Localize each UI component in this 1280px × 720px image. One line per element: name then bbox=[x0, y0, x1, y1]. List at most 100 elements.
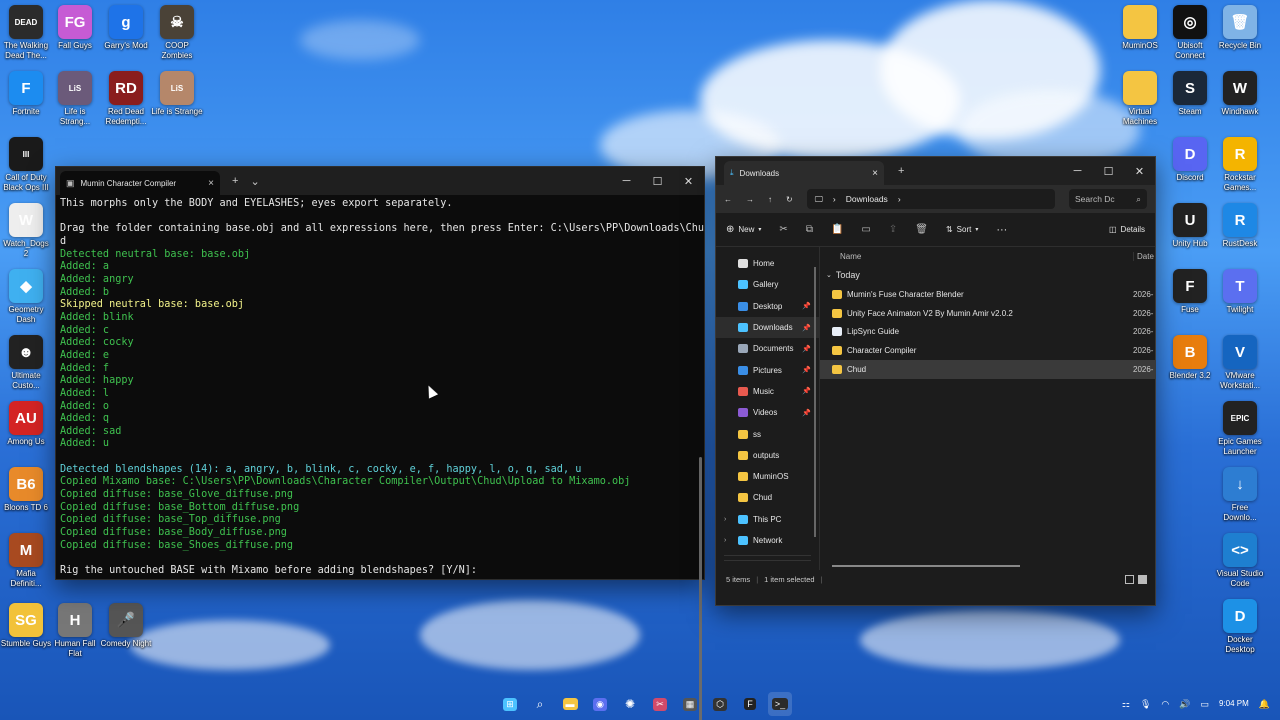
breadcrumb[interactable]: Downloads bbox=[846, 194, 888, 204]
column-name[interactable]: Name bbox=[840, 252, 861, 261]
paste-icon[interactable]: 📋 bbox=[831, 224, 843, 235]
left-desktop-icon[interactable]: H Human Fall Flat bbox=[49, 603, 101, 659]
group-header[interactable]: ⌄ Today bbox=[820, 265, 1155, 285]
wifi-icon[interactable]: ◠ bbox=[1161, 699, 1169, 710]
left-desktop-icon[interactable]: B6 Bloons TD 6 bbox=[0, 467, 52, 513]
terminal-window[interactable]: ▣ Mumin Character Compiler × + ⌄ ─ ☐ ✕ T… bbox=[55, 166, 705, 720]
left-desktop-icon[interactable]: M Mafia Definiti... bbox=[0, 533, 52, 589]
details-button[interactable]: ◫ Details bbox=[1109, 225, 1145, 234]
close-icon[interactable]: ✕ bbox=[673, 167, 704, 195]
terminal-output[interactable]: This morphs only the BODY and EYELASHES;… bbox=[56, 195, 704, 579]
chevron-right-icon[interactable]: › bbox=[724, 516, 726, 523]
chatgpt-icon[interactable]: ✺ bbox=[618, 692, 642, 716]
right-desktop-icon[interactable]: EPIC Epic Games Launcher bbox=[1214, 401, 1266, 457]
delete-icon[interactable]: 🗑 bbox=[915, 224, 928, 235]
volume-icon[interactable]: 🔊 bbox=[1179, 699, 1190, 710]
left-desktop-icon[interactable]: g Garry's Mod bbox=[100, 5, 152, 51]
battery-icon[interactable]: ▭ bbox=[1200, 699, 1209, 710]
tab-dropdown-icon[interactable]: ⌄ bbox=[250, 175, 259, 188]
right-desktop-icon[interactable]: F Fuse bbox=[1164, 269, 1216, 315]
left-desktop-icon[interactable]: LiS Life is Strang... bbox=[49, 71, 101, 127]
horizontal-scrollbar[interactable] bbox=[832, 565, 1020, 567]
forward-icon[interactable]: → bbox=[746, 195, 754, 204]
search-input[interactable]: Search Dc ⌕ bbox=[1069, 189, 1147, 209]
nav-item-home[interactable]: Home bbox=[716, 253, 819, 274]
tiles-view-icon[interactable] bbox=[1138, 574, 1147, 584]
tray-apps-icon[interactable]: ⚏ bbox=[1122, 699, 1130, 710]
nav-scrollbar[interactable] bbox=[814, 267, 816, 537]
left-desktop-icon[interactable]: RD Red Dead Redempti... bbox=[100, 71, 152, 127]
right-desktop-icon[interactable]: R Rockstar Games... bbox=[1214, 137, 1266, 193]
right-desktop-icon[interactable]: B Blender 3.2 bbox=[1164, 335, 1216, 381]
cut-icon[interactable]: ✂ bbox=[779, 224, 787, 235]
minimize-icon[interactable]: ─ bbox=[1062, 157, 1093, 185]
file-explorer-icon[interactable]: ▬ bbox=[558, 692, 582, 716]
left-desktop-icon[interactable]: 🎤 Comedy Night bbox=[100, 603, 152, 649]
left-desktop-icon[interactable]: SG Stumble Guys bbox=[0, 603, 52, 649]
details-view-icon[interactable] bbox=[1125, 574, 1134, 584]
left-desktop-icon[interactable]: DEAD The Walking Dead The... bbox=[0, 5, 52, 61]
left-desktop-icon[interactable]: LiS Life is Strange bbox=[151, 71, 203, 117]
close-tab-icon[interactable]: × bbox=[208, 178, 214, 189]
nav-item-outputs[interactable]: outputs bbox=[716, 445, 819, 466]
minimize-icon[interactable]: ─ bbox=[611, 167, 642, 195]
nav-item-downloads[interactable]: Downloads 📌 bbox=[716, 316, 819, 339]
app-blue-icon[interactable]: ◉ bbox=[588, 692, 612, 716]
right-desktop-icon[interactable]: MuminOS bbox=[1114, 5, 1166, 51]
right-desktop-icon[interactable]: V VMware Workstati... bbox=[1214, 335, 1266, 391]
fuse-icon[interactable]: F bbox=[738, 692, 762, 716]
nav-item-videos[interactable]: Videos 📌 bbox=[716, 402, 819, 423]
right-desktop-icon[interactable]: U Unity Hub bbox=[1164, 203, 1216, 249]
chevron-right-icon[interactable]: › bbox=[724, 537, 726, 544]
new-tab-button[interactable]: + bbox=[232, 175, 238, 187]
right-desktop-icon[interactable]: 🗑 Recycle Bin bbox=[1214, 5, 1266, 51]
nav-item-this-pc[interactable]: › This PC bbox=[716, 509, 819, 530]
terminal-scrollbar[interactable] bbox=[699, 457, 702, 720]
microphone-icon[interactable]: 🎙 bbox=[1140, 699, 1151, 710]
calculator-icon[interactable]: ▦ bbox=[678, 692, 702, 716]
nav-item-pictures[interactable]: Pictures 📌 bbox=[716, 359, 819, 380]
left-desktop-icon[interactable]: W Watch_Dogs 2 bbox=[0, 203, 52, 259]
right-desktop-icon[interactable]: D Discord bbox=[1164, 137, 1216, 183]
back-icon[interactable]: ← bbox=[724, 195, 732, 204]
nav-item-network[interactable]: › Network bbox=[716, 530, 819, 551]
right-desktop-icon[interactable]: W Windhawk bbox=[1214, 71, 1266, 117]
start-icon[interactable]: ⊞ bbox=[498, 692, 522, 716]
left-desktop-icon[interactable]: AU Among Us bbox=[0, 401, 52, 447]
left-desktop-icon[interactable]: ☠ COOP Zombies bbox=[151, 5, 203, 61]
rename-icon[interactable]: ▭ bbox=[861, 224, 870, 235]
search-icon[interactable]: ⌕ bbox=[528, 692, 552, 716]
maximize-icon[interactable]: ☐ bbox=[642, 167, 673, 195]
left-desktop-icon[interactable]: ☻ Ultimate Custo... bbox=[0, 335, 52, 391]
address-bar[interactable]: 🖵 › Downloads › bbox=[806, 189, 1055, 209]
nav-item-desktop[interactable]: Desktop 📌 bbox=[716, 296, 819, 317]
file-row[interactable]: Chud 2026- bbox=[820, 360, 1155, 379]
refresh-icon[interactable]: ↻ bbox=[786, 195, 793, 204]
new-button[interactable]: ⊕ New ▾ bbox=[726, 224, 761, 235]
notification-icon[interactable]: 🔔 bbox=[1259, 699, 1270, 710]
file-row[interactable]: LipSync Guide 2026- bbox=[820, 323, 1155, 342]
column-date[interactable]: Date bbox=[1133, 251, 1154, 261]
up-icon[interactable]: ↑ bbox=[768, 195, 772, 204]
share-icon[interactable]: ⇪ bbox=[889, 224, 897, 235]
nav-item-muminos[interactable]: MuminOS bbox=[716, 466, 819, 487]
terminal-tab[interactable]: ▣ Mumin Character Compiler × bbox=[60, 171, 220, 195]
right-desktop-icon[interactable]: R RustDesk bbox=[1214, 203, 1266, 249]
file-explorer-window[interactable]: ⤓ Downloads × + ─ ☐ ✕ ← → ↑ ↻ 🖵 › Downlo… bbox=[715, 156, 1156, 606]
nav-item-documents[interactable]: Documents 📌 bbox=[716, 338, 819, 359]
unity-icon[interactable]: ⬡ bbox=[708, 692, 732, 716]
close-icon[interactable]: ✕ bbox=[1124, 157, 1155, 185]
maximize-icon[interactable]: ☐ bbox=[1093, 157, 1124, 185]
right-desktop-icon[interactable]: S Steam bbox=[1164, 71, 1216, 117]
right-desktop-icon[interactable]: ◎ Ubisoft Connect bbox=[1164, 5, 1216, 61]
right-desktop-icon[interactable]: T Twilight bbox=[1214, 269, 1266, 315]
left-desktop-icon[interactable]: III Call of Duty Black Ops III bbox=[0, 137, 52, 193]
sort-button[interactable]: ⇅ Sort ▾ bbox=[946, 225, 978, 234]
nav-item-chud[interactable]: Chud bbox=[716, 487, 819, 508]
close-tab-icon[interactable]: × bbox=[872, 168, 878, 179]
copy-icon[interactable]: ⧉ bbox=[806, 224, 813, 235]
nav-item-gallery[interactable]: Gallery bbox=[716, 274, 819, 295]
clock[interactable]: 9:04 PM bbox=[1219, 699, 1249, 709]
explorer-tab[interactable]: ⤓ Downloads × bbox=[724, 161, 884, 185]
nav-item-music[interactable]: Music 📌 bbox=[716, 381, 819, 402]
